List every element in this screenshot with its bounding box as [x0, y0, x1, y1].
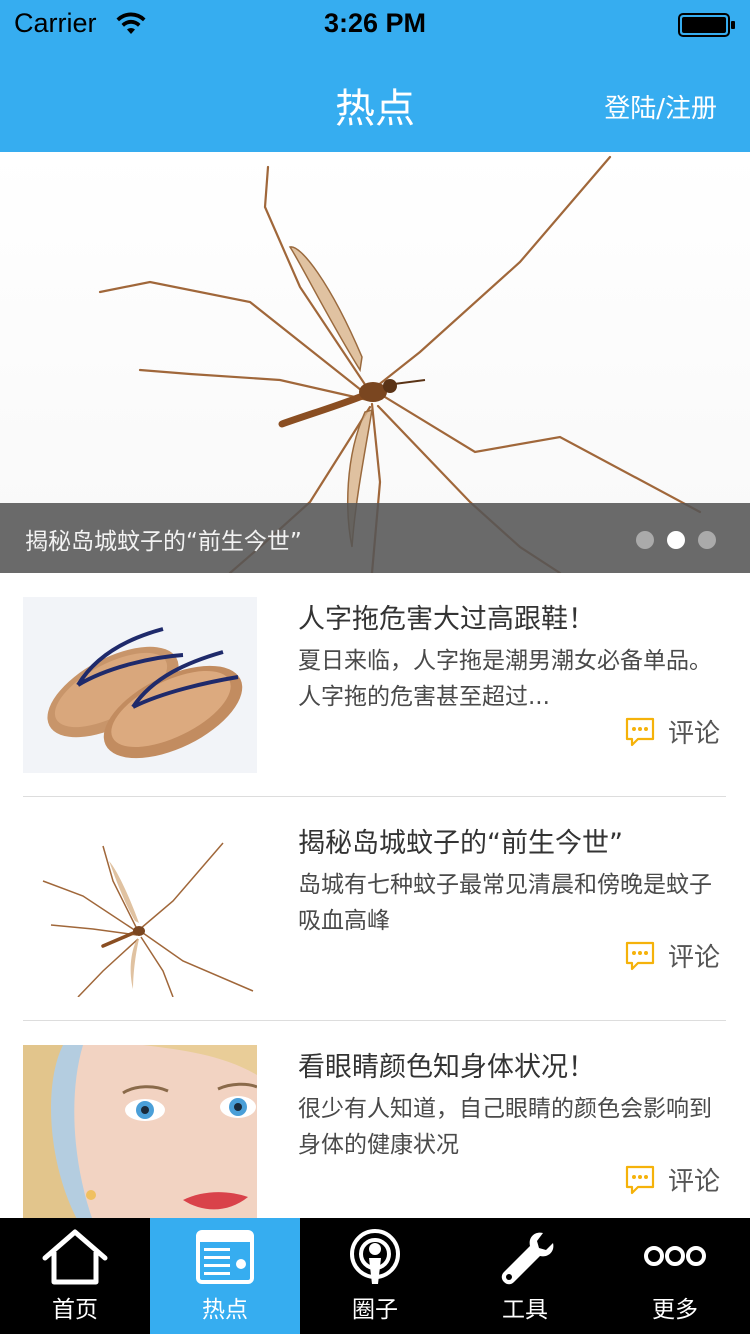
wrench-icon	[501, 1232, 554, 1285]
news-title: 揭秘岛城蚊子的“前生今世”	[298, 828, 623, 859]
home-icon	[42, 1229, 108, 1285]
comment-button[interactable]: 评论	[624, 713, 726, 749]
page-indicator[interactable]	[636, 531, 716, 551]
comment-label: 评论	[668, 719, 721, 749]
news-icon	[196, 1230, 254, 1284]
tab-tools[interactable]: 工具	[450, 1218, 600, 1334]
tab-label: 更多	[652, 1297, 698, 1323]
page-dot-active[interactable]	[667, 531, 685, 549]
status-bar: Carrier 3:26 PM	[0, 0, 750, 50]
tab-circle[interactable]: 圈子	[300, 1218, 450, 1334]
news-description: 夏日来临，人字拖是潮男潮女必备单品。人字拖的危害甚至超过...	[298, 648, 712, 710]
top-bar: Carrier 3:26 PM 热点 登陆/注册	[0, 0, 750, 152]
mosquito-thumbnail	[23, 821, 257, 997]
comment-label: 评论	[668, 1167, 721, 1197]
status-time: 3:26 PM	[323, 8, 427, 38]
more-icon	[644, 1246, 706, 1266]
tab-label: 热点	[202, 1297, 248, 1323]
comment-button[interactable]: 评论	[624, 1161, 726, 1197]
tab-home[interactable]: 首页	[0, 1218, 150, 1334]
tab-label: 圈子	[352, 1297, 398, 1323]
news-list-item[interactable]: 人字拖危害大过高跟鞋！ 夏日来临，人字拖是潮男潮女必备单品。人字拖的危害甚至超过…	[0, 573, 750, 797]
podcast-icon	[350, 1229, 400, 1284]
tab-more[interactable]: 更多	[600, 1218, 750, 1334]
news-description: 很少有人知道，自己眼睛的颜色会影响到身体的健康状况	[298, 1096, 712, 1158]
news-title: 看眼睛颜色知身体状况！	[298, 1052, 595, 1083]
comment-button[interactable]: 评论	[624, 937, 726, 973]
tab-hot[interactable]: 热点	[150, 1218, 300, 1334]
tab-label: 首页	[52, 1297, 98, 1323]
comment-label: 评论	[668, 943, 721, 973]
banner-caption: 揭秘岛城蚊子的“前生今世”	[25, 529, 302, 555]
news-title: 人字拖危害大过高跟鞋！	[298, 604, 595, 635]
news-list-item[interactable]: 揭秘岛城蚊子的“前生今世” 岛城有七种蚊子最常见清晨和傍晚是蚊子吸血高峰 评论	[0, 797, 750, 1021]
woman-face-thumbnail	[23, 1045, 257, 1221]
banner-carousel[interactable]: 揭秘岛城蚊子的“前生今世”	[0, 152, 750, 573]
comment-icon	[625, 941, 655, 971]
page-dot[interactable]	[698, 531, 716, 549]
login-register-link[interactable]: 登陆/注册	[604, 88, 717, 125]
page-dot[interactable]	[636, 531, 654, 549]
news-description: 岛城有七种蚊子最常见清晨和傍晚是蚊子吸血高峰	[298, 872, 712, 934]
banner-caption-bar: 揭秘岛城蚊子的“前生今世”	[0, 503, 750, 573]
sandals-thumbnail	[23, 597, 257, 773]
news-list-item[interactable]: 看眼睛颜色知身体状况！ 很少有人知道，自己眼睛的颜色会影响到身体的健康状况 评论	[0, 1021, 750, 1245]
comment-icon	[625, 1165, 655, 1195]
tab-bar: 首页 热点 圈子 工具 更多	[0, 1218, 750, 1334]
tab-label: 工具	[502, 1297, 548, 1323]
comment-icon	[625, 717, 655, 747]
battery-icon	[678, 13, 735, 37]
